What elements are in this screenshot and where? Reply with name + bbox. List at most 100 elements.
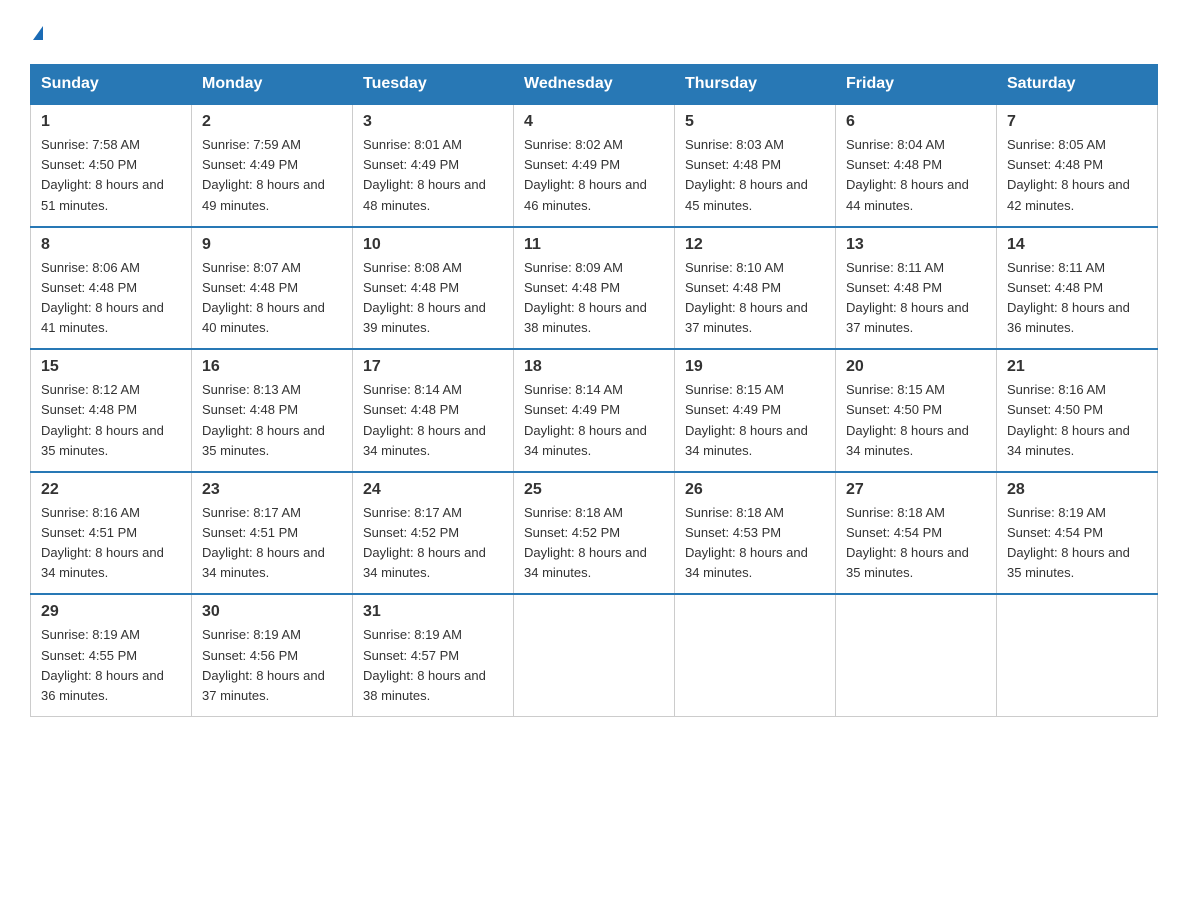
daylight-label: Daylight: 8 hours and 35 minutes. — [846, 545, 969, 580]
day-info: Sunrise: 8:02 AM Sunset: 4:49 PM Dayligh… — [524, 135, 664, 216]
day-info: Sunrise: 7:58 AM Sunset: 4:50 PM Dayligh… — [41, 135, 181, 216]
day-of-week-header: Sunday — [31, 65, 192, 105]
calendar-cell: 2 Sunrise: 7:59 AM Sunset: 4:49 PM Dayli… — [192, 104, 353, 227]
day-number: 30 — [202, 603, 342, 621]
day-info: Sunrise: 7:59 AM Sunset: 4:49 PM Dayligh… — [202, 135, 342, 216]
sunrise-label: Sunrise: 8:10 AM — [685, 260, 784, 275]
day-number: 15 — [41, 358, 181, 376]
sunset-label: Sunset: 4:48 PM — [41, 402, 137, 417]
sunset-label: Sunset: 4:50 PM — [41, 157, 137, 172]
calendar-cell: 17 Sunrise: 8:14 AM Sunset: 4:48 PM Dayl… — [353, 349, 514, 472]
sunrise-label: Sunrise: 8:14 AM — [363, 382, 462, 397]
sunset-label: Sunset: 4:48 PM — [41, 280, 137, 295]
calendar-week-row: 1 Sunrise: 7:58 AM Sunset: 4:50 PM Dayli… — [31, 104, 1158, 227]
day-info: Sunrise: 8:08 AM Sunset: 4:48 PM Dayligh… — [363, 258, 503, 339]
sunset-label: Sunset: 4:52 PM — [363, 525, 459, 540]
sunrise-label: Sunrise: 8:11 AM — [1007, 260, 1105, 275]
calendar-cell: 5 Sunrise: 8:03 AM Sunset: 4:48 PM Dayli… — [675, 104, 836, 227]
day-number: 6 — [846, 113, 986, 131]
sunset-label: Sunset: 4:48 PM — [524, 280, 620, 295]
day-info: Sunrise: 8:01 AM Sunset: 4:49 PM Dayligh… — [363, 135, 503, 216]
day-info: Sunrise: 8:04 AM Sunset: 4:48 PM Dayligh… — [846, 135, 986, 216]
sunrise-label: Sunrise: 8:07 AM — [202, 260, 301, 275]
calendar-cell: 11 Sunrise: 8:09 AM Sunset: 4:48 PM Dayl… — [514, 227, 675, 350]
day-number: 8 — [41, 236, 181, 254]
sunrise-label: Sunrise: 8:04 AM — [846, 137, 945, 152]
daylight-label: Daylight: 8 hours and 42 minutes. — [1007, 177, 1130, 212]
day-number: 11 — [524, 236, 664, 254]
calendar-cell: 22 Sunrise: 8:16 AM Sunset: 4:51 PM Dayl… — [31, 472, 192, 595]
calendar-cell: 25 Sunrise: 8:18 AM Sunset: 4:52 PM Dayl… — [514, 472, 675, 595]
sunset-label: Sunset: 4:50 PM — [1007, 402, 1103, 417]
sunset-label: Sunset: 4:57 PM — [363, 648, 459, 663]
day-info: Sunrise: 8:15 AM Sunset: 4:49 PM Dayligh… — [685, 380, 825, 461]
day-info: Sunrise: 8:18 AM Sunset: 4:53 PM Dayligh… — [685, 503, 825, 584]
day-of-week-header: Saturday — [997, 65, 1158, 105]
calendar-cell: 19 Sunrise: 8:15 AM Sunset: 4:49 PM Dayl… — [675, 349, 836, 472]
sunrise-label: Sunrise: 8:05 AM — [1007, 137, 1106, 152]
day-info: Sunrise: 8:10 AM Sunset: 4:48 PM Dayligh… — [685, 258, 825, 339]
sunset-label: Sunset: 4:49 PM — [363, 157, 459, 172]
sunrise-label: Sunrise: 8:09 AM — [524, 260, 623, 275]
sunrise-label: Sunrise: 8:11 AM — [846, 260, 944, 275]
day-number: 29 — [41, 603, 181, 621]
day-number: 10 — [363, 236, 503, 254]
logo-triangle-icon — [33, 26, 43, 40]
calendar-week-row: 15 Sunrise: 8:12 AM Sunset: 4:48 PM Dayl… — [31, 349, 1158, 472]
day-number: 27 — [846, 481, 986, 499]
day-info: Sunrise: 8:19 AM Sunset: 4:55 PM Dayligh… — [41, 625, 181, 706]
day-number: 31 — [363, 603, 503, 621]
day-of-week-header: Friday — [836, 65, 997, 105]
calendar-cell: 15 Sunrise: 8:12 AM Sunset: 4:48 PM Dayl… — [31, 349, 192, 472]
day-info: Sunrise: 8:13 AM Sunset: 4:48 PM Dayligh… — [202, 380, 342, 461]
day-of-week-header: Wednesday — [514, 65, 675, 105]
daylight-label: Daylight: 8 hours and 34 minutes. — [685, 423, 808, 458]
sunset-label: Sunset: 4:51 PM — [202, 525, 298, 540]
calendar-cell: 9 Sunrise: 8:07 AM Sunset: 4:48 PM Dayli… — [192, 227, 353, 350]
day-number: 20 — [846, 358, 986, 376]
day-number: 9 — [202, 236, 342, 254]
calendar-cell: 6 Sunrise: 8:04 AM Sunset: 4:48 PM Dayli… — [836, 104, 997, 227]
daylight-label: Daylight: 8 hours and 37 minutes. — [685, 300, 808, 335]
sunset-label: Sunset: 4:48 PM — [685, 157, 781, 172]
calendar-cell: 27 Sunrise: 8:18 AM Sunset: 4:54 PM Dayl… — [836, 472, 997, 595]
daylight-label: Daylight: 8 hours and 34 minutes. — [363, 545, 486, 580]
daylight-label: Daylight: 8 hours and 35 minutes. — [1007, 545, 1130, 580]
day-number: 17 — [363, 358, 503, 376]
day-number: 1 — [41, 113, 181, 131]
daylight-label: Daylight: 8 hours and 37 minutes. — [846, 300, 969, 335]
day-number: 13 — [846, 236, 986, 254]
calendar-cell: 21 Sunrise: 8:16 AM Sunset: 4:50 PM Dayl… — [997, 349, 1158, 472]
sunrise-label: Sunrise: 8:15 AM — [846, 382, 945, 397]
sunset-label: Sunset: 4:48 PM — [202, 402, 298, 417]
calendar-cell: 12 Sunrise: 8:10 AM Sunset: 4:48 PM Dayl… — [675, 227, 836, 350]
daylight-label: Daylight: 8 hours and 36 minutes. — [41, 668, 164, 703]
daylight-label: Daylight: 8 hours and 34 minutes. — [1007, 423, 1130, 458]
calendar-cell: 20 Sunrise: 8:15 AM Sunset: 4:50 PM Dayl… — [836, 349, 997, 472]
sunset-label: Sunset: 4:48 PM — [1007, 280, 1103, 295]
day-number: 21 — [1007, 358, 1147, 376]
sunset-label: Sunset: 4:48 PM — [202, 280, 298, 295]
day-info: Sunrise: 8:17 AM Sunset: 4:52 PM Dayligh… — [363, 503, 503, 584]
sunrise-label: Sunrise: 8:03 AM — [685, 137, 784, 152]
sunset-label: Sunset: 4:48 PM — [685, 280, 781, 295]
calendar-week-row: 8 Sunrise: 8:06 AM Sunset: 4:48 PM Dayli… — [31, 227, 1158, 350]
calendar-cell: 10 Sunrise: 8:08 AM Sunset: 4:48 PM Dayl… — [353, 227, 514, 350]
calendar-cell: 7 Sunrise: 8:05 AM Sunset: 4:48 PM Dayli… — [997, 104, 1158, 227]
day-number: 26 — [685, 481, 825, 499]
calendar-cell: 14 Sunrise: 8:11 AM Sunset: 4:48 PM Dayl… — [997, 227, 1158, 350]
sunset-label: Sunset: 4:53 PM — [685, 525, 781, 540]
daylight-label: Daylight: 8 hours and 45 minutes. — [685, 177, 808, 212]
calendar-cell — [514, 594, 675, 716]
sunrise-label: Sunrise: 8:16 AM — [41, 505, 140, 520]
day-info: Sunrise: 8:16 AM Sunset: 4:51 PM Dayligh… — [41, 503, 181, 584]
day-info: Sunrise: 8:05 AM Sunset: 4:48 PM Dayligh… — [1007, 135, 1147, 216]
sunset-label: Sunset: 4:48 PM — [846, 280, 942, 295]
daylight-label: Daylight: 8 hours and 35 minutes. — [41, 423, 164, 458]
day-of-week-header: Thursday — [675, 65, 836, 105]
sunset-label: Sunset: 4:51 PM — [41, 525, 137, 540]
daylight-label: Daylight: 8 hours and 36 minutes. — [1007, 300, 1130, 335]
sunset-label: Sunset: 4:48 PM — [846, 157, 942, 172]
daylight-label: Daylight: 8 hours and 37 minutes. — [202, 668, 325, 703]
calendar-header-row: SundayMondayTuesdayWednesdayThursdayFrid… — [31, 65, 1158, 105]
